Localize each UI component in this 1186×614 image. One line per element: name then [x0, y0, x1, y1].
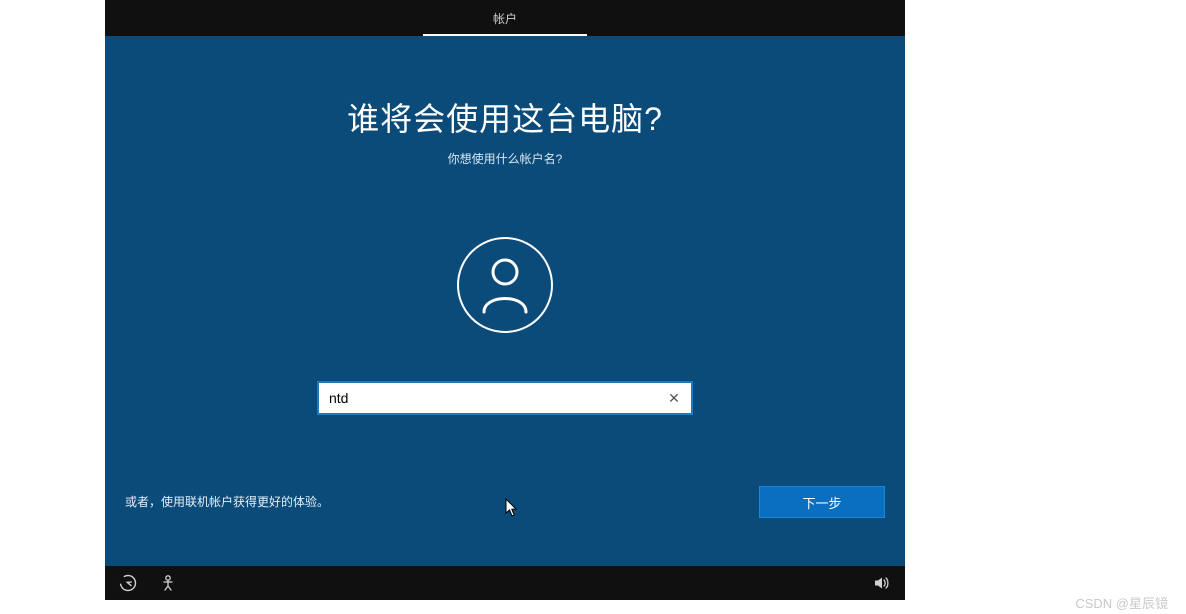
watermark: CSDN @星辰镜 [1075, 593, 1168, 612]
next-button-label: 下一步 [802, 493, 841, 512]
ease-of-access-button[interactable] [119, 574, 137, 592]
ime-button[interactable] [159, 574, 177, 592]
tab-account[interactable]: 帐户 [423, 0, 587, 36]
ease-of-access-icon [119, 574, 137, 592]
volume-button[interactable] [873, 574, 891, 592]
mouse-cursor-icon [505, 498, 519, 518]
volume-icon [873, 574, 891, 592]
next-button[interactable]: 下一步 [759, 486, 885, 518]
ime-icon [159, 574, 177, 592]
avatar-placeholder [457, 237, 553, 333]
page-title: 谁将会使用这台电脑? [105, 94, 905, 140]
username-input-wrap[interactable]: ✕ [317, 381, 693, 415]
clear-input-button[interactable]: ✕ [663, 387, 685, 409]
person-icon [480, 256, 530, 314]
top-bar: 帐户 [105, 0, 905, 36]
oobe-window: 帐户 谁将会使用这台电脑? 你想使用什么帐户名? ✕ 或者，使用联机帐户获得更好… [105, 0, 905, 600]
page-subtitle: 你想使用什么帐户名? [105, 150, 905, 167]
username-input[interactable] [329, 390, 663, 406]
close-icon: ✕ [668, 390, 680, 407]
online-account-link[interactable]: 或者，使用联机帐户获得更好的体验。 [125, 493, 329, 510]
tab-label: 帐户 [493, 10, 517, 27]
bottom-bar [105, 566, 905, 600]
content-area: 谁将会使用这台电脑? 你想使用什么帐户名? ✕ 或者，使用联机帐户获得更好的体验… [105, 36, 905, 566]
